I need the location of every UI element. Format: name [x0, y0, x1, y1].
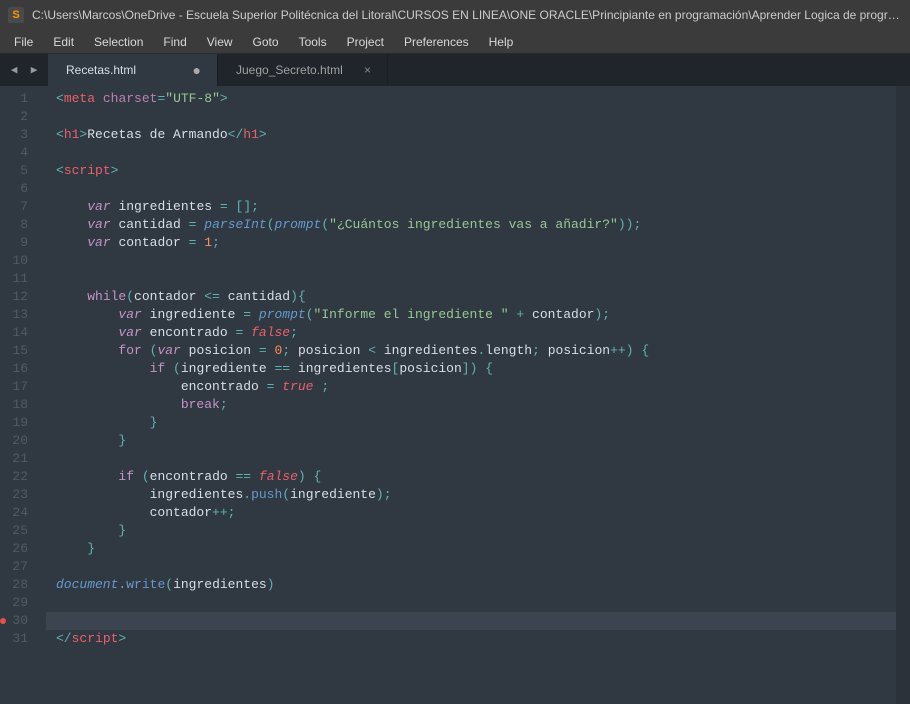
code-line[interactable] — [46, 108, 896, 126]
line-number: 22 — [0, 468, 46, 486]
nav-fwd-icon[interactable]: ▶ — [26, 62, 42, 78]
line-number: 25 — [0, 522, 46, 540]
code-line[interactable] — [46, 180, 896, 198]
menu-selection[interactable]: Selection — [84, 32, 153, 52]
line-number: 12 — [0, 288, 46, 306]
line-number: 9 — [0, 234, 46, 252]
code-line[interactable]: </script> — [46, 630, 896, 648]
code-line[interactable]: if (ingrediente == ingredientes[posicion… — [46, 360, 896, 378]
line-number: 30 — [0, 612, 46, 630]
code-line[interactable] — [46, 612, 896, 630]
bookmark-icon — [0, 618, 6, 624]
menu-preferences[interactable]: Preferences — [394, 32, 479, 52]
tab-close-icon[interactable]: × — [364, 63, 371, 77]
window-titlebar: S C:\Users\Marcos\OneDrive - Escuela Sup… — [0, 0, 910, 30]
code-line[interactable]: var cantidad = parseInt(prompt("¿Cuántos… — [46, 216, 896, 234]
code-line[interactable]: break; — [46, 396, 896, 414]
code-line[interactable]: } — [46, 414, 896, 432]
menu-project[interactable]: Project — [337, 32, 394, 52]
line-number: 2 — [0, 108, 46, 126]
code-line[interactable]: var ingredientes = []; — [46, 198, 896, 216]
code-line[interactable]: } — [46, 540, 896, 558]
line-number: 3 — [0, 126, 46, 144]
code-line[interactable]: var ingrediente = prompt("Informe el ing… — [46, 306, 896, 324]
code-line[interactable]: document.write(ingredientes) — [46, 576, 896, 594]
line-number: 19 — [0, 414, 46, 432]
code-line[interactable]: while(contador <= cantidad){ — [46, 288, 896, 306]
code-line[interactable]: ingredientes.push(ingrediente); — [46, 486, 896, 504]
menubar: File Edit Selection Find View Goto Tools… — [0, 30, 910, 54]
tab-dirty-indicator-icon: ● — [193, 63, 201, 77]
line-number: 27 — [0, 558, 46, 576]
line-number: 11 — [0, 270, 46, 288]
line-number: 7 — [0, 198, 46, 216]
vertical-scrollbar[interactable] — [896, 86, 910, 704]
code-line[interactable]: contador++; — [46, 504, 896, 522]
menu-view[interactable]: View — [197, 32, 243, 52]
code-line[interactable] — [46, 450, 896, 468]
tab-recetas[interactable]: Recetas.html ● — [48, 54, 218, 86]
menu-find[interactable]: Find — [153, 32, 196, 52]
code-line[interactable] — [46, 594, 896, 612]
line-number: 21 — [0, 450, 46, 468]
app-icon: S — [8, 7, 24, 23]
code-line[interactable]: } — [46, 522, 896, 540]
menu-file[interactable]: File — [4, 32, 43, 52]
editor[interactable]: 1234567891011121314151617181920212223242… — [0, 86, 910, 704]
tab-label: Recetas.html — [66, 63, 136, 77]
window-title: C:\Users\Marcos\OneDrive - Escuela Super… — [32, 8, 902, 22]
menu-help[interactable]: Help — [479, 32, 524, 52]
line-number: 13 — [0, 306, 46, 324]
line-number: 4 — [0, 144, 46, 162]
line-number: 23 — [0, 486, 46, 504]
tab-juego[interactable]: Juego_Secreto.html × — [218, 54, 388, 86]
code-line[interactable]: var contador = 1; — [46, 234, 896, 252]
line-number: 14 — [0, 324, 46, 342]
code-line[interactable]: } — [46, 432, 896, 450]
menu-edit[interactable]: Edit — [43, 32, 84, 52]
line-number: 28 — [0, 576, 46, 594]
line-number: 17 — [0, 378, 46, 396]
code-line[interactable]: var encontrado = false; — [46, 324, 896, 342]
line-number: 29 — [0, 594, 46, 612]
line-number: 31 — [0, 630, 46, 648]
line-number: 15 — [0, 342, 46, 360]
code-line[interactable]: <meta charset="UTF-8"> — [46, 90, 896, 108]
tab-label: Juego_Secreto.html — [236, 63, 343, 77]
line-number: 1 — [0, 90, 46, 108]
tab-nav: ◀ ▶ — [0, 54, 48, 86]
line-number: 16 — [0, 360, 46, 378]
line-number: 8 — [0, 216, 46, 234]
menu-goto[interactable]: Goto — [243, 32, 289, 52]
code-line[interactable] — [46, 252, 896, 270]
line-number: 20 — [0, 432, 46, 450]
code-line[interactable] — [46, 144, 896, 162]
code-line[interactable]: for (var posicion = 0; posicion < ingred… — [46, 342, 896, 360]
line-number: 10 — [0, 252, 46, 270]
code-area[interactable]: <meta charset="UTF-8"> <h1>Recetas de Arm… — [46, 86, 896, 704]
line-number: 26 — [0, 540, 46, 558]
line-number: 24 — [0, 504, 46, 522]
line-number: 5 — [0, 162, 46, 180]
code-line[interactable]: if (encontrado == false) { — [46, 468, 896, 486]
code-line[interactable]: <script> — [46, 162, 896, 180]
code-line[interactable]: <h1>Recetas de Armando</h1> — [46, 126, 896, 144]
menu-tools[interactable]: Tools — [289, 32, 337, 52]
code-line[interactable] — [46, 270, 896, 288]
nav-back-icon[interactable]: ◀ — [6, 62, 22, 78]
line-gutter: 1234567891011121314151617181920212223242… — [0, 86, 46, 704]
code-line[interactable] — [46, 558, 896, 576]
code-line[interactable]: encontrado = true ; — [46, 378, 896, 396]
line-number: 6 — [0, 180, 46, 198]
line-number: 18 — [0, 396, 46, 414]
tabbar: ◀ ▶ Recetas.html ● Juego_Secreto.html × — [0, 54, 910, 86]
